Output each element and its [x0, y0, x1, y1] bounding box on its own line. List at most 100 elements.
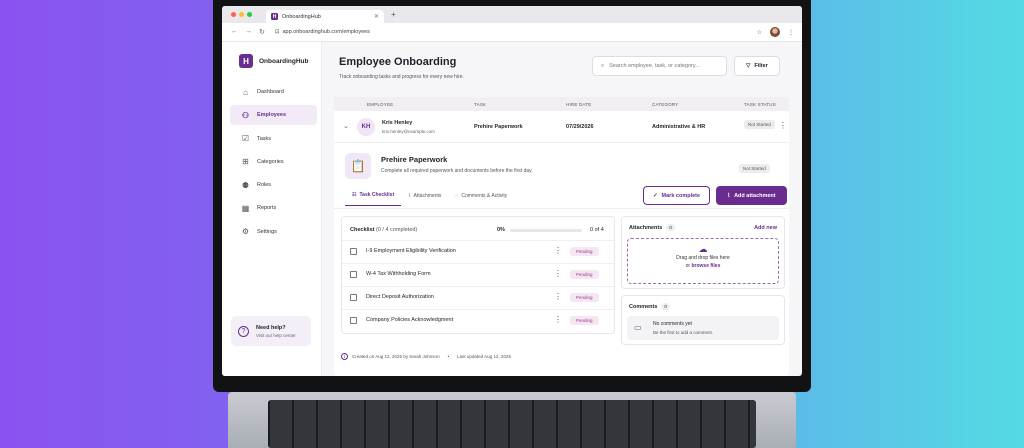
pending-badge: Pending: [570, 270, 599, 279]
item-more-icon[interactable]: ⋮: [554, 246, 562, 255]
checklist-card: Checklist (0 / 4 completed) 0% 0 of 4 I-…: [341, 216, 615, 334]
grid-icon: ⊞: [242, 157, 249, 167]
sidebar-item-label: Settings: [257, 228, 277, 235]
hire-date-cell: 07/29/2026: [566, 124, 594, 130]
employee-avatar: KH: [357, 118, 375, 136]
main-content: Employee Onboarding Track onboarding tas…: [322, 42, 802, 376]
sidebar-item-tasks[interactable]: ☑ Tasks: [230, 129, 317, 149]
tab-label: Task Checklist: [359, 192, 395, 198]
drop-text: Drag and drop files here: [676, 255, 730, 261]
file-dropzone[interactable]: ☁ Drag and drop files here or browse fil…: [627, 238, 779, 284]
checkbox[interactable]: [350, 294, 357, 301]
checklist-icon: ☷: [352, 192, 357, 198]
help-card[interactable]: ? Need help? Visit our help center: [231, 316, 311, 346]
add-new-link[interactable]: Add new: [754, 225, 777, 231]
bookmark-star-icon[interactable]: ☆: [757, 29, 762, 36]
sidebar-item-label: Employees: [257, 112, 287, 119]
search-box[interactable]: ⌕: [592, 56, 727, 76]
tab-attachments[interactable]: ⌇ Attachments: [401, 185, 448, 206]
column-header-task[interactable]: TASK: [474, 102, 486, 107]
sidebar-menu: ⌂ Dashboard ⚇ Employees ☑ Tasks ⊞ Categories…: [222, 82, 321, 242]
sidebar-item-employees[interactable]: ⚇ Employees: [230, 105, 317, 126]
new-tab-icon[interactable]: +: [391, 10, 396, 19]
checklist-item-label: W-4 Tax Withholding Form: [366, 271, 431, 277]
item-more-icon[interactable]: ⋮: [554, 292, 562, 301]
comments-card: Comments 0 ▭ No comments yet Be the first…: [621, 295, 785, 345]
attachments-count: 0: [666, 224, 675, 231]
search-input[interactable]: [609, 63, 720, 69]
maximize-window-dot[interactable]: [247, 12, 252, 17]
logo-icon: H: [239, 54, 253, 68]
checklist-item-label: Direct Deposit Authorization: [366, 294, 434, 300]
paperclip-icon: ⌇: [727, 192, 731, 199]
tab-comments-activity[interactable]: ◌ Comments & Activity: [448, 185, 514, 206]
minimize-window-dot[interactable]: [239, 12, 244, 17]
sidebar: H OnboardingHub ⌂ Dashboard ⚇ Employees ☑ T…: [222, 42, 322, 376]
keyboard: [268, 400, 756, 448]
page-title: Employee Onboarding: [339, 56, 457, 68]
close-tab-icon[interactable]: ✕: [374, 13, 379, 20]
pending-badge: Pending: [570, 316, 599, 325]
column-header-category[interactable]: CATEGORY: [652, 102, 678, 107]
sidebar-item-categories[interactable]: ⊞ Categories: [230, 152, 317, 172]
separator: •: [447, 354, 450, 359]
add-attachment-button[interactable]: ⌇ Add attachment: [716, 186, 787, 205]
detail-description: Complete all required paperwork and docu…: [381, 168, 533, 174]
checkbox[interactable]: [350, 317, 357, 324]
row-more-icon[interactable]: ⋮: [779, 121, 787, 130]
url-field[interactable]: ⊡ app.onboardinghub.com/employees: [275, 29, 370, 35]
checklist-item[interactable]: W-4 Tax Withholding Form ⋮ Pending: [342, 263, 614, 285]
back-icon[interactable]: ←: [231, 28, 238, 36]
tab-task-checklist[interactable]: ☷ Task Checklist: [345, 185, 402, 206]
chevron-down-icon[interactable]: ⌄: [343, 122, 349, 130]
column-header-hire-date[interactable]: HIRE DATE: [566, 102, 591, 107]
filter-button[interactable]: ▽ Filter: [734, 56, 780, 76]
browse-files-link[interactable]: browse files: [691, 263, 720, 269]
home-icon: ⌂: [243, 87, 248, 97]
button-label: Mark complete: [661, 192, 701, 199]
sidebar-item-roles[interactable]: ⚉ Roles: [230, 175, 317, 195]
sidebar-item-label: Tasks: [257, 135, 272, 142]
table-row[interactable]: ⌄ KH Kris Henley kris.henley@example.com…: [334, 111, 789, 143]
address-bar: ← → ↻ ⊡ app.onboardinghub.com/employees …: [222, 23, 802, 42]
checklist-item[interactable]: I-9 Employment Eligibility Verification …: [342, 240, 614, 262]
close-window-dot[interactable]: [231, 12, 236, 17]
filter-label: Filter: [754, 63, 768, 69]
comments-count: 0: [661, 303, 670, 310]
detail-title: Prehire Paperwork: [381, 155, 448, 164]
updated-text: Last updated Aug 12, 2025: [457, 354, 511, 359]
detail-footer: i Created on Aug 12, 2025 by Sarah Johns…: [341, 353, 511, 360]
help-title: Need help?: [256, 324, 286, 331]
mark-complete-button[interactable]: ✓ Mark complete: [643, 186, 710, 205]
sidebar-item-dashboard[interactable]: ⌂ Dashboard: [230, 82, 317, 102]
profile-avatar[interactable]: [770, 27, 780, 37]
detail-status-badge: Not Started: [739, 164, 770, 173]
laptop-keyboard-base: [228, 392, 796, 448]
reload-icon[interactable]: ↻: [259, 28, 265, 36]
checklist-title: Checklist: [350, 227, 375, 233]
comments-empty-state: ▭ No comments yet Be the first to add a …: [627, 316, 779, 340]
column-header-task-status[interactable]: TASK STATUS: [744, 102, 776, 107]
checkbox[interactable]: [350, 248, 357, 255]
search-icon: ⌕: [601, 62, 605, 69]
attachments-card: Attachments 0 Add new ☁ Drag and drop fil…: [621, 216, 785, 289]
created-text: Created on Aug 12, 2025 by Sarah Johnson: [352, 354, 440, 359]
browser-tab[interactable]: H OnboardingHub ✕: [266, 10, 384, 23]
favicon-icon: H: [271, 13, 278, 20]
forward-icon[interactable]: →: [245, 28, 252, 36]
sidebar-item-settings[interactable]: ⚙ Settings: [230, 222, 317, 242]
checklist-progress-bar: [510, 229, 582, 232]
column-header-employee[interactable]: EMPLOYEE: [367, 102, 393, 107]
item-more-icon[interactable]: ⋮: [554, 269, 562, 278]
checklist-item[interactable]: Direct Deposit Authorization ⋮ Pending: [342, 286, 614, 308]
checklist-item[interactable]: Company Policies Acknowledgment ⋮ Pendin…: [342, 309, 614, 331]
item-more-icon[interactable]: ⋮: [554, 315, 562, 324]
sidebar-item-reports[interactable]: ▦ Reports: [230, 198, 317, 218]
employee-email: kris.henley@example.com: [382, 129, 435, 134]
checkbox[interactable]: [350, 271, 357, 278]
brand[interactable]: H OnboardingHub: [239, 54, 321, 68]
attachments-header: Attachments 0: [629, 224, 675, 231]
category-cell: Administrative & HR: [652, 124, 706, 130]
browser-menu-icon[interactable]: ⋮: [788, 29, 794, 36]
filter-icon: ▽: [746, 63, 751, 69]
